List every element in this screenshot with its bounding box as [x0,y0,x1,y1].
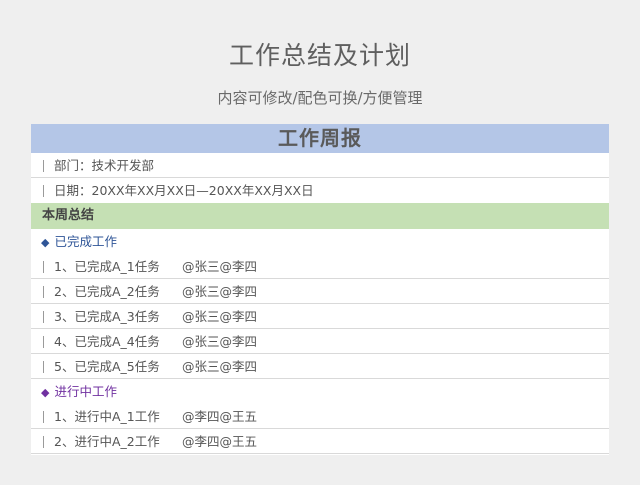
task-people: @张三@李四 [182,359,258,374]
task-row: 1、进行中A_1工作 @李四@王五 [31,404,609,429]
row-marker-bar [43,184,44,197]
task-row: 2、进行中A_2工作 @李四@王五 [31,429,609,454]
row-marker-bar [43,335,44,348]
department-text: 部门：技术开发部 [54,158,155,173]
in-progress-heading-label: 进行中工作 [54,384,117,399]
task-people: @张三@李四 [182,284,258,299]
date-row: 日期：20XX年XX月XX日—20XX年XX月XX日 [31,178,609,203]
completed-heading-label: 已完成工作 [54,234,117,249]
task-text: 1、已完成A_1任务 [54,259,160,274]
task-text: 2、进行中A_2工作 [54,434,160,449]
in-progress-heading: ◆ 进行中工作 [31,379,609,404]
summary-section-header: 本周总结 [31,203,609,229]
weekly-report-sheet: 工作周报 部门：技术开发部 日期：20XX年XX月XX日—20XX年XX月XX日… [31,124,609,455]
task-people: @张三@李四 [182,309,258,324]
date-text: 日期：20XX年XX月XX日—20XX年XX月XX日 [54,183,314,198]
row-marker-bar [43,159,44,172]
task-row: 5、已完成A_5任务 @张三@李四 [31,354,609,379]
task-people: @李四@王五 [182,434,258,449]
task-row: 3、已完成A_3任务 @张三@李四 [31,304,609,329]
page-subtitle: 内容可修改/配色可换/方便管理 [217,89,423,107]
task-people: @张三@李四 [182,259,258,274]
department-row: 部门：技术开发部 [31,153,609,178]
task-people: @张三@李四 [182,334,258,349]
task-text: 3、已完成A_3任务 [54,309,160,324]
task-text: 5、已完成A_5任务 [54,359,160,374]
diamond-icon: ◆ [41,386,50,399]
page-title: 工作总结及计划 [228,41,411,70]
task-text: 2、已完成A_2任务 [54,284,160,299]
task-people: @李四@王五 [182,409,258,424]
diamond-icon: ◆ [41,236,50,249]
row-marker-bar [43,410,44,423]
report-banner: 工作周报 [31,124,609,153]
row-marker-bar [43,310,44,323]
row-marker-bar [43,285,44,298]
task-row: 4、已完成A_4任务 @张三@李四 [31,329,609,354]
row-marker-bar [43,260,44,273]
task-row: 1、已完成A_1任务 @张三@李四 [31,254,609,279]
task-text: 4、已完成A_4任务 [54,334,160,349]
completed-heading: ◆ 已完成工作 [31,229,609,254]
row-marker-bar [43,360,44,373]
task-text: 1、进行中A_1工作 [54,409,160,424]
row-marker-bar [43,435,44,448]
task-row: 2、已完成A_2任务 @张三@李四 [31,279,609,304]
